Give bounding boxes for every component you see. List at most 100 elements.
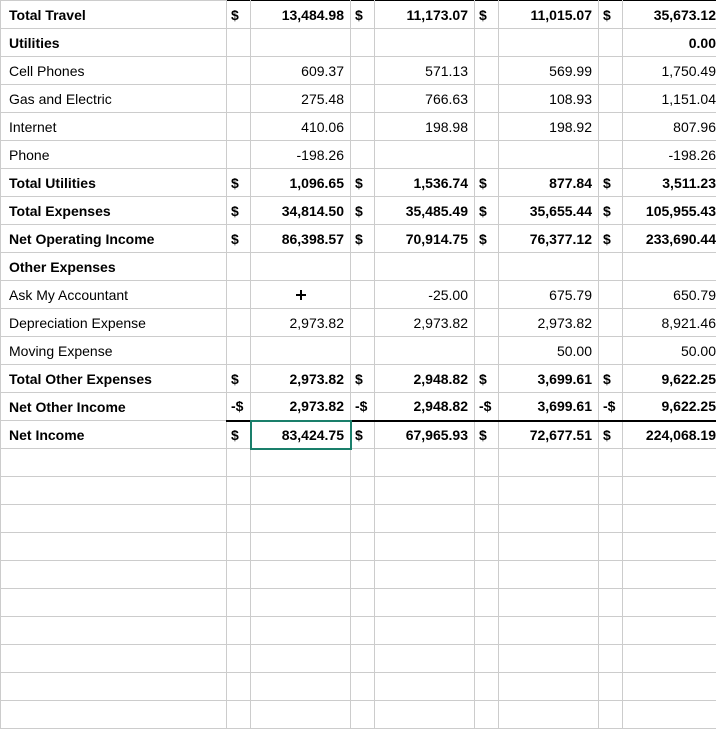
empty-cell[interactable] (227, 505, 251, 533)
empty-cell[interactable] (251, 617, 351, 645)
currency-symbol[interactable] (475, 85, 499, 113)
currency-symbol[interactable] (475, 253, 499, 281)
value-cell[interactable]: 1,151.04 (623, 85, 716, 113)
empty-cell[interactable] (375, 533, 475, 561)
empty-cell[interactable] (475, 589, 499, 617)
value-cell[interactable]: 233,690.44 (623, 225, 716, 253)
row-label[interactable]: Moving Expense (1, 337, 227, 365)
currency-symbol[interactable]: -$ (475, 393, 499, 421)
empty-cell[interactable] (351, 561, 375, 589)
value-cell[interactable]: 198.92 (499, 113, 599, 141)
table-row[interactable]: Depreciation Expense2,973.822,973.822,97… (1, 309, 716, 337)
value-cell[interactable]: 9,622.25 (623, 365, 716, 393)
currency-symbol[interactable]: $ (227, 1, 251, 29)
row-label[interactable]: Depreciation Expense (1, 309, 227, 337)
row-label[interactable]: Ask My Accountant (1, 281, 227, 309)
currency-symbol[interactable] (227, 141, 251, 169)
value-cell[interactable]: 224,068.19 (623, 421, 716, 449)
empty-cell[interactable] (475, 533, 499, 561)
empty-cell[interactable] (251, 533, 351, 561)
empty-cell[interactable] (1, 617, 227, 645)
empty-cell[interactable] (623, 701, 716, 729)
currency-symbol[interactable]: $ (599, 197, 623, 225)
value-cell[interactable] (499, 141, 599, 169)
currency-symbol[interactable]: $ (351, 225, 375, 253)
empty-cell[interactable] (351, 505, 375, 533)
row-label[interactable]: Net Income (1, 421, 227, 449)
empty-cell[interactable] (1, 589, 227, 617)
row-label[interactable]: Total Travel (1, 1, 227, 29)
table-row[interactable] (1, 617, 716, 645)
empty-cell[interactable] (375, 617, 475, 645)
value-cell[interactable] (251, 253, 351, 281)
currency-symbol[interactable] (475, 113, 499, 141)
currency-symbol[interactable]: $ (475, 225, 499, 253)
value-cell[interactable]: 807.96 (623, 113, 716, 141)
value-cell[interactable]: 67,965.93 (375, 421, 475, 449)
value-cell[interactable]: 76,377.12 (499, 225, 599, 253)
value-cell[interactable]: 1,750.49 (623, 57, 716, 85)
empty-cell[interactable] (375, 645, 475, 673)
empty-cell[interactable] (1, 449, 227, 477)
row-label[interactable]: Other Expenses (1, 253, 227, 281)
currency-symbol[interactable] (351, 253, 375, 281)
value-cell[interactable]: 35,655.44 (499, 197, 599, 225)
empty-cell[interactable] (227, 645, 251, 673)
table-row[interactable]: Phone-198.26-198.26 (1, 141, 716, 169)
row-label[interactable]: Total Other Expenses (1, 365, 227, 393)
empty-cell[interactable] (351, 673, 375, 701)
value-cell[interactable]: 70,914.75 (375, 225, 475, 253)
empty-cell[interactable] (499, 701, 599, 729)
value-cell[interactable] (499, 253, 599, 281)
currency-symbol[interactable] (351, 281, 375, 309)
empty-cell[interactable] (499, 505, 599, 533)
currency-symbol[interactable]: $ (351, 169, 375, 197)
currency-symbol[interactable] (599, 253, 623, 281)
value-cell[interactable]: 609.37 (251, 57, 351, 85)
currency-symbol[interactable]: $ (475, 421, 499, 449)
currency-symbol[interactable]: $ (351, 365, 375, 393)
value-cell[interactable] (375, 337, 475, 365)
table-row[interactable] (1, 477, 716, 505)
table-row[interactable]: Total Expenses$34,814.50$35,485.49$35,65… (1, 197, 716, 225)
table-row[interactable]: Total Other Expenses$2,973.82$2,948.82$3… (1, 365, 716, 393)
empty-cell[interactable] (1, 645, 227, 673)
currency-symbol[interactable] (599, 29, 623, 57)
currency-symbol[interactable]: $ (227, 365, 251, 393)
empty-cell[interactable] (375, 673, 475, 701)
value-cell[interactable]: 83,424.75 (251, 421, 351, 449)
empty-cell[interactable] (351, 589, 375, 617)
currency-symbol[interactable]: $ (599, 421, 623, 449)
empty-cell[interactable] (599, 617, 623, 645)
currency-symbol[interactable] (351, 337, 375, 365)
currency-symbol[interactable] (351, 57, 375, 85)
empty-cell[interactable] (475, 449, 499, 477)
row-label[interactable]: Cell Phones (1, 57, 227, 85)
table-row[interactable] (1, 645, 716, 673)
empty-cell[interactable] (227, 701, 251, 729)
row-label[interactable]: Internet (1, 113, 227, 141)
value-cell[interactable]: 1,096.65 (251, 169, 351, 197)
value-cell[interactable] (499, 29, 599, 57)
financial-table[interactable]: Total Travel$13,484.98$11,173.07$11,015.… (0, 0, 716, 729)
empty-cell[interactable] (351, 645, 375, 673)
table-row[interactable]: Net Other Income-$2,973.82-$2,948.82-$3,… (1, 393, 716, 421)
value-cell[interactable]: 35,485.49 (375, 197, 475, 225)
empty-cell[interactable] (227, 477, 251, 505)
value-cell[interactable]: 2,973.82 (251, 309, 351, 337)
empty-cell[interactable] (599, 449, 623, 477)
empty-cell[interactable] (599, 477, 623, 505)
value-cell[interactable]: 675.79 (499, 281, 599, 309)
empty-cell[interactable] (623, 477, 716, 505)
value-cell[interactable]: 2,973.82 (251, 393, 351, 421)
empty-cell[interactable] (475, 477, 499, 505)
empty-cell[interactable] (251, 589, 351, 617)
currency-symbol[interactable] (475, 309, 499, 337)
currency-symbol[interactable] (599, 113, 623, 141)
currency-symbol[interactable] (227, 57, 251, 85)
table-row[interactable]: Other Expenses (1, 253, 716, 281)
currency-symbol[interactable] (475, 29, 499, 57)
value-cell[interactable] (375, 29, 475, 57)
empty-cell[interactable] (251, 561, 351, 589)
value-cell[interactable]: 13,484.98 (251, 1, 351, 29)
